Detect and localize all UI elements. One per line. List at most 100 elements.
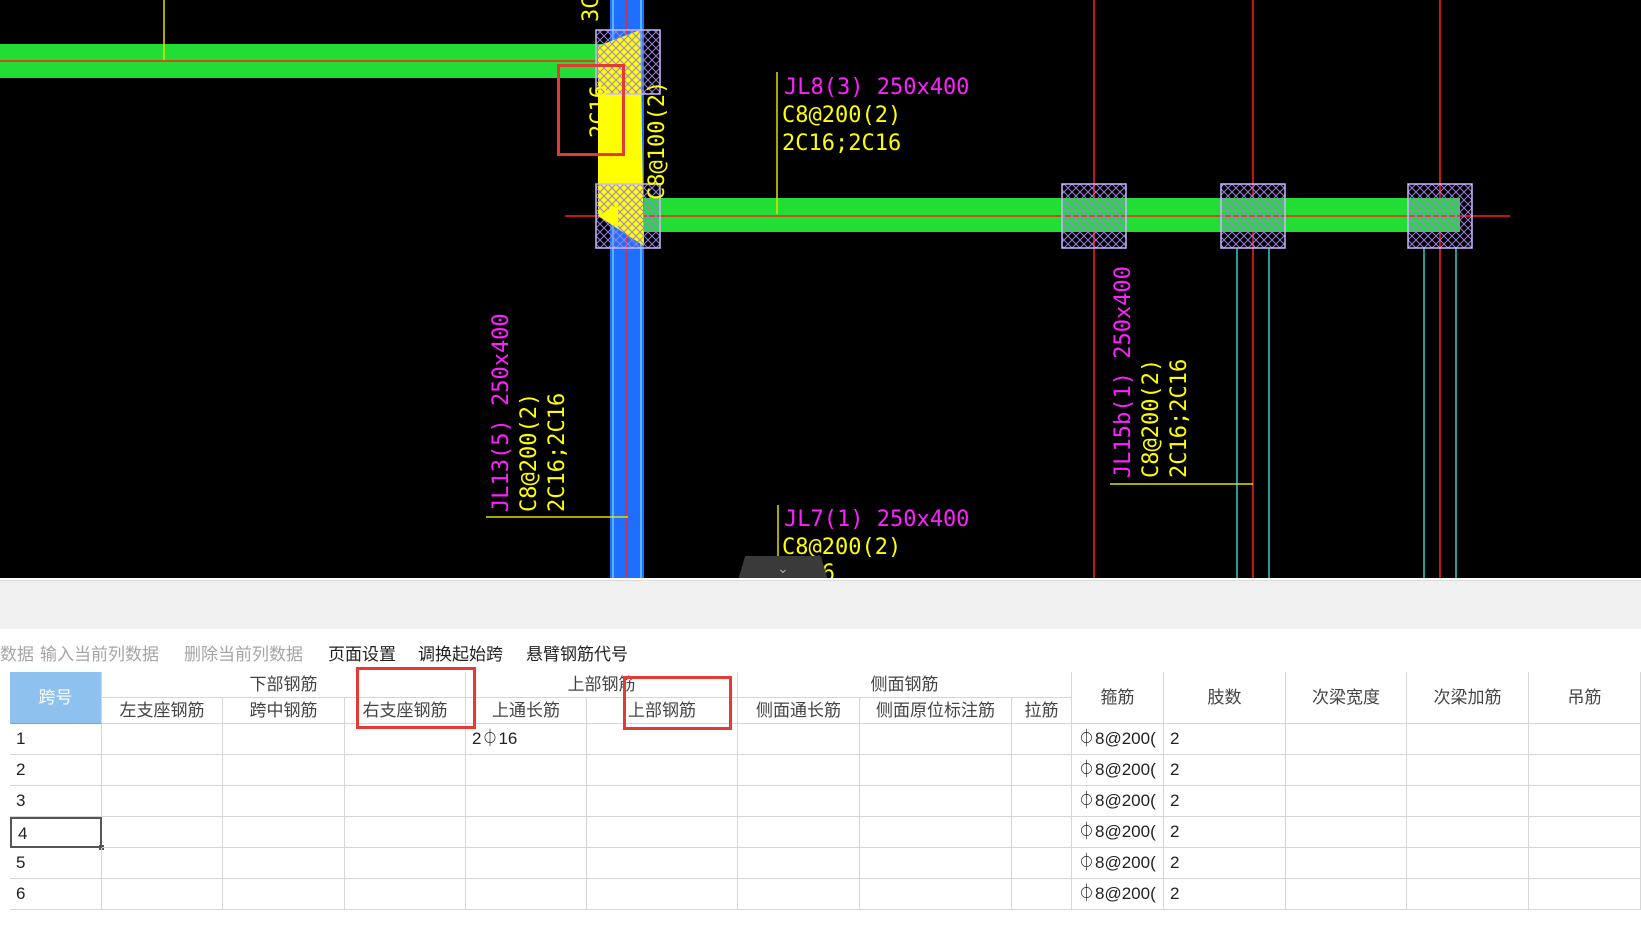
table-cell[interactable] [738,786,860,817]
table-cell[interactable] [738,724,860,755]
column-header-mid-span[interactable]: 跨中钢筋 [223,698,345,724]
table-cell[interactable] [738,817,860,848]
column-header-side-original[interactable]: 侧面原位标注筋 [860,698,1012,724]
table-cell-stirrup[interactable]: ⏀8@200( [1072,817,1164,848]
table-cell-legs[interactable]: 2 [1164,724,1286,755]
toolbar-cantilever-code-button[interactable]: 悬臂钢筋代号 [526,640,628,665]
table-cell[interactable] [223,755,345,786]
table-cell[interactable] [587,848,738,879]
table-row-span-cell[interactable]: 5 [10,848,102,879]
toolbar-page-setup-button[interactable]: 页面设置 [328,640,396,665]
table-cell[interactable] [102,848,223,879]
table-cell[interactable] [102,755,223,786]
table-cell-legs[interactable]: 2 [1164,786,1286,817]
table-cell[interactable] [1529,817,1641,848]
table-cell-legs[interactable]: 2 [1164,755,1286,786]
table-row-span-cell[interactable]: 1 [10,724,102,755]
column-header-sec-beam-width[interactable]: 次梁宽度 [1286,672,1407,724]
table-cell[interactable] [1407,848,1529,879]
table-cell[interactable] [345,786,466,817]
table-cell[interactable] [1529,755,1641,786]
column-header-tie-bar[interactable]: 拉筋 [1012,698,1072,724]
table-cell[interactable] [345,848,466,879]
table-cell[interactable] [738,755,860,786]
table-cell[interactable] [1407,755,1529,786]
table-cell-stirrup[interactable]: ⏀8@200( [1072,724,1164,755]
table-cell[interactable] [860,755,1012,786]
table-cell[interactable] [102,724,223,755]
table-cell-stirrup[interactable]: ⏀8@200( [1072,848,1164,879]
table-cell[interactable] [1286,755,1407,786]
table-cell-top-through[interactable]: 2⏀16 [466,724,587,755]
table-cell-legs[interactable]: 2 [1164,848,1286,879]
table-cell[interactable] [587,879,738,910]
table-cell[interactable] [345,879,466,910]
table-cell[interactable] [738,879,860,910]
table-cell[interactable] [860,724,1012,755]
table-cell[interactable] [860,848,1012,879]
table-cell[interactable] [1407,786,1529,817]
table-cell[interactable] [223,879,345,910]
table-cell-top-through[interactable] [466,817,587,848]
table-cell[interactable] [860,817,1012,848]
column-header-top-through[interactable]: 上通长筋 [466,698,587,724]
table-cell[interactable] [1529,724,1641,755]
table-cell[interactable] [1407,879,1529,910]
table-cell-stirrup[interactable]: ⏀8@200( [1072,755,1164,786]
table-cell[interactable] [1529,848,1641,879]
table-cell[interactable] [860,786,1012,817]
table-row-span-cell[interactable]: 6 [10,879,102,910]
toolbar-input-column-button[interactable]: 输入当前列数据 [40,640,159,665]
panel-splitter[interactable] [0,580,1641,629]
table-cell[interactable] [345,817,466,848]
table-row-span-cell[interactable]: 4 [10,817,102,848]
table-cell[interactable] [1286,879,1407,910]
table-cell[interactable] [1012,848,1072,879]
table-cell[interactable] [102,817,223,848]
column-header-span-no[interactable]: 跨号 [10,672,102,724]
table-row-span-cell[interactable]: 2 [10,755,102,786]
table-cell-top-through[interactable] [466,879,587,910]
toolbar-swap-start-span-button[interactable]: 调换起始跨 [418,640,503,665]
table-cell[interactable] [223,848,345,879]
column-header-side-through[interactable]: 侧面通长筋 [738,698,860,724]
table-cell[interactable] [860,879,1012,910]
table-cell[interactable] [1012,817,1072,848]
table-cell[interactable] [587,786,738,817]
column-header-legs[interactable]: 肢数 [1164,672,1286,724]
table-cell-legs[interactable]: 2 [1164,817,1286,848]
table-cell[interactable] [1012,879,1072,910]
table-cell[interactable] [738,848,860,879]
table-cell[interactable] [587,817,738,848]
toolbar-data-button[interactable]: 数据 [0,640,34,665]
column-header-hanger[interactable]: 吊筋 [1529,672,1641,724]
table-cell[interactable] [587,755,738,786]
table-cell[interactable] [102,786,223,817]
toolbar-delete-column-button[interactable]: 删除当前列数据 [184,640,303,665]
table-cell[interactable] [1407,817,1529,848]
table-cell[interactable] [1286,817,1407,848]
table-cell[interactable] [1012,724,1072,755]
table-cell-top-through[interactable] [466,755,587,786]
table-cell[interactable] [1286,724,1407,755]
column-header-stirrup[interactable]: 箍筋 [1072,672,1164,724]
table-cell[interactable] [1286,786,1407,817]
table-row-span-cell[interactable]: 3 [10,786,102,817]
table-cell[interactable] [1012,786,1072,817]
table-cell[interactable] [1012,755,1072,786]
table-cell[interactable] [223,817,345,848]
collapse-panel-button[interactable]: ⌄ [738,556,828,578]
table-cell[interactable] [223,724,345,755]
table-cell-stirrup[interactable]: ⏀8@200( [1072,786,1164,817]
table-cell-top-through[interactable] [466,848,587,879]
table-cell[interactable] [102,879,223,910]
cad-canvas[interactable]: 3C1 2C16 C8@100(2) JL8(3) 250x400 C8@200… [0,0,1641,578]
table-cell-top-through[interactable] [466,786,587,817]
column-header-sec-beam-add[interactable]: 次梁加筋 [1407,672,1529,724]
table-cell[interactable] [223,786,345,817]
table-cell-stirrup[interactable]: ⏀8@200( [1072,879,1164,910]
table-cell[interactable] [1529,786,1641,817]
table-cell[interactable] [1407,724,1529,755]
table-cell[interactable] [345,755,466,786]
column-header-left-support[interactable]: 左支座钢筋 [102,698,223,724]
